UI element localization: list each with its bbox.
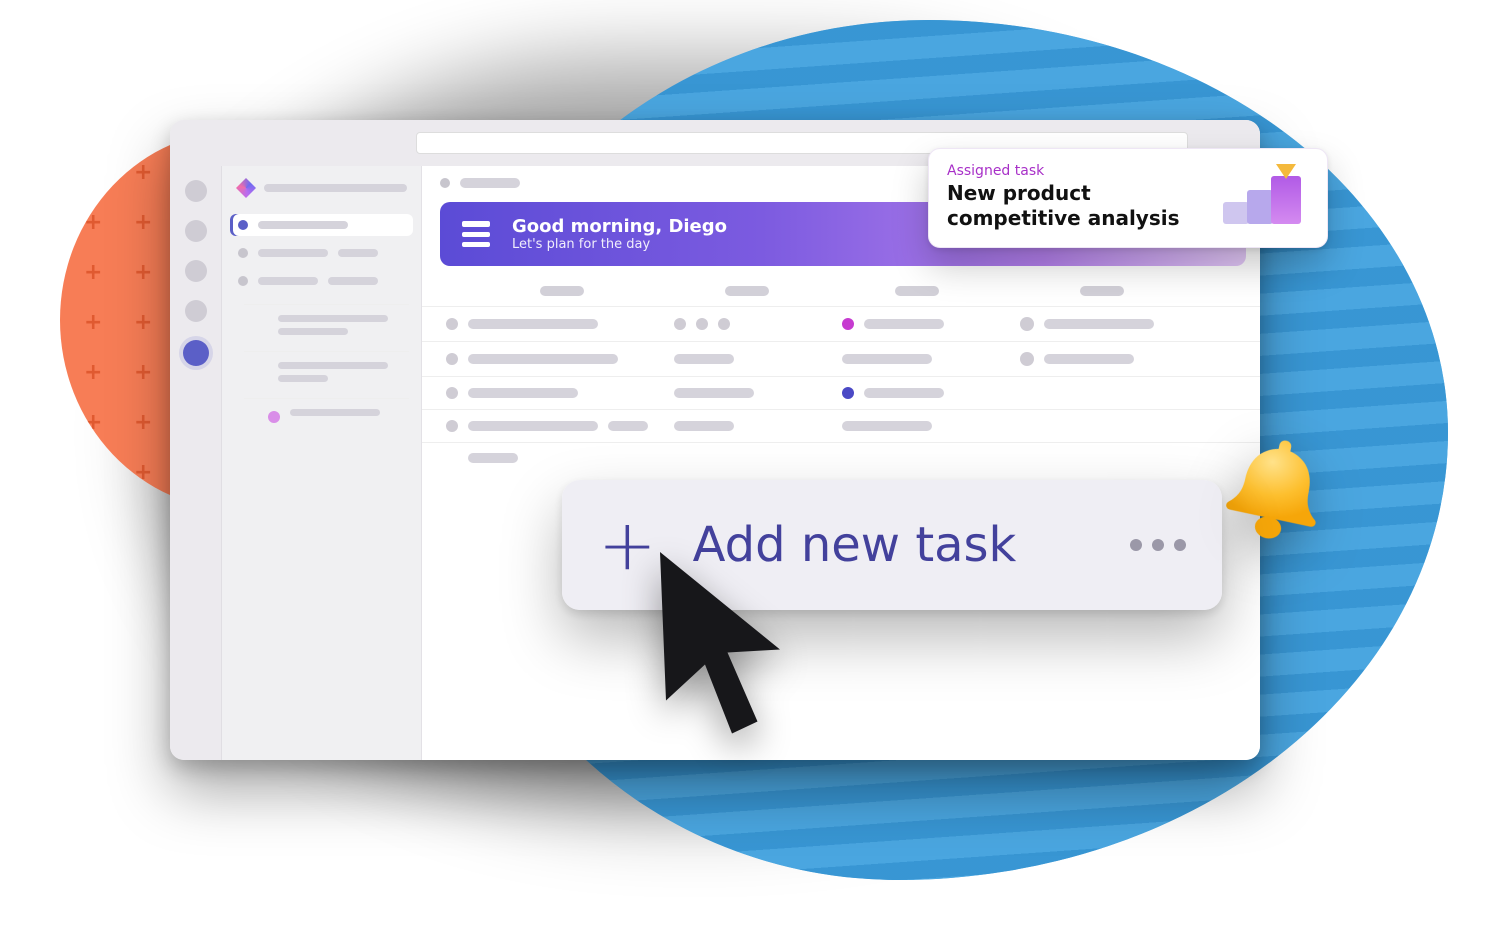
nav-rail — [170, 166, 222, 760]
sidebar-item-3[interactable] — [230, 270, 413, 292]
table-row[interactable] — [422, 409, 1260, 442]
notification-bell-icon — [1205, 419, 1347, 561]
rail-item-2[interactable] — [185, 220, 207, 242]
assigned-task-toast[interactable]: Assigned task New product competitive an… — [928, 148, 1328, 248]
sidebar-item-2[interactable] — [230, 242, 413, 264]
table-row[interactable] — [422, 376, 1260, 409]
app-logo-icon — [236, 178, 256, 198]
sidebar-sub-item-3[interactable] — [244, 398, 409, 433]
toast-eyebrow: Assigned task — [947, 163, 1205, 179]
hero-title: Good morning, Diego — [512, 216, 727, 237]
content-area: Good morning, Diego Let's plan for the d… — [422, 166, 1260, 760]
sidebar-item-selected[interactable] — [230, 214, 413, 236]
sidebar-sub-item-2[interactable] — [244, 351, 409, 392]
table-row[interactable] — [422, 341, 1260, 376]
table-header — [422, 278, 1260, 306]
table-row[interactable] — [422, 442, 1260, 473]
rail-item-3[interactable] — [185, 260, 207, 282]
rail-item-4[interactable] — [185, 300, 207, 322]
sidebar — [222, 166, 422, 760]
toast-headline: New product competitive analysis — [947, 181, 1205, 231]
hero-subtitle: Let's plan for the day — [512, 237, 727, 252]
rail-item-active[interactable] — [183, 340, 209, 366]
sidebar-subsection — [230, 298, 413, 437]
rail-item-1[interactable] — [185, 180, 207, 202]
bar-chart-icon — [1223, 170, 1309, 224]
sidebar-sub-item-1[interactable] — [244, 304, 409, 345]
app-logo-row — [230, 176, 413, 208]
cursor-pointer-icon — [645, 542, 795, 742]
list-icon — [462, 221, 490, 247]
table-row[interactable] — [422, 306, 1260, 341]
task-list — [422, 306, 1260, 473]
more-options-icon[interactable] — [1130, 539, 1186, 551]
